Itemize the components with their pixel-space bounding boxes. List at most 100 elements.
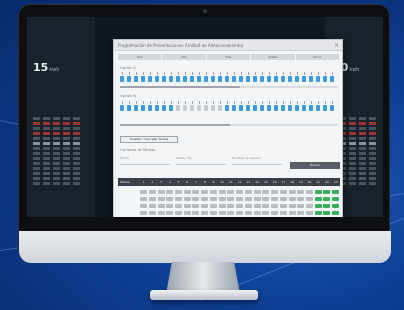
table-cell[interactable] [235, 189, 244, 194]
table-cell[interactable] [314, 189, 323, 194]
toggle-switch[interactable] [204, 101, 208, 111]
table-cell[interactable] [157, 203, 166, 208]
toggle-switch[interactable] [225, 101, 229, 111]
table-cell[interactable] [235, 203, 244, 208]
table-cell[interactable] [174, 189, 183, 194]
table-cell[interactable] [174, 203, 183, 208]
table-cell[interactable] [244, 210, 253, 215]
table-cell[interactable] [227, 210, 236, 215]
toggle-switch[interactable] [309, 72, 313, 82]
close-icon[interactable]: × [334, 40, 339, 51]
table-cell[interactable] [218, 196, 227, 201]
table-cell[interactable] [296, 189, 305, 194]
table-cell[interactable] [192, 196, 201, 201]
table-cell[interactable] [192, 210, 201, 215]
table-cell[interactable] [157, 210, 166, 215]
table-cell[interactable] [209, 203, 218, 208]
toggle-switch[interactable] [295, 101, 299, 111]
table-cell[interactable] [139, 189, 148, 194]
table-cell[interactable] [270, 189, 279, 194]
toggle-switch[interactable] [281, 72, 285, 82]
table-cell[interactable] [279, 210, 288, 215]
toggle-switch[interactable] [218, 72, 222, 82]
table-cell[interactable] [296, 210, 305, 215]
toggle-switch[interactable] [232, 72, 236, 82]
action-button[interactable]: Aceptar / Cancelar fechas [120, 136, 178, 143]
table-cell[interactable] [279, 189, 288, 194]
toggle-switch[interactable] [190, 72, 194, 82]
table-cell[interactable] [148, 189, 157, 194]
table-cell[interactable] [157, 196, 166, 201]
table-cell[interactable] [192, 203, 201, 208]
table-cell[interactable] [331, 189, 340, 194]
toggle-switch[interactable] [120, 101, 124, 111]
field-to-input[interactable] [176, 164, 226, 165]
toggle-switch[interactable] [197, 101, 201, 111]
table-cell[interactable] [174, 196, 183, 201]
table-cell[interactable] [165, 203, 174, 208]
toggle-switch[interactable] [211, 101, 215, 111]
table-cell[interactable] [139, 196, 148, 201]
table-cell[interactable] [261, 196, 270, 201]
toggle-switch[interactable] [330, 101, 334, 111]
table-cell[interactable] [192, 189, 201, 194]
table-cell[interactable] [209, 196, 218, 201]
table-cell[interactable] [148, 196, 157, 201]
toggle-switch[interactable] [239, 72, 243, 82]
toggle-switch[interactable] [274, 72, 278, 82]
tab-4[interactable]: Cuatro [251, 54, 296, 60]
toggle-switch[interactable] [169, 101, 173, 111]
table-cell[interactable] [305, 210, 314, 215]
toggle-switch[interactable] [183, 72, 187, 82]
toggle-switch[interactable] [134, 72, 138, 82]
toggle-switch[interactable] [316, 72, 320, 82]
table-cell[interactable] [218, 210, 227, 215]
toggle-switch[interactable] [204, 72, 208, 82]
toggle-switch[interactable] [302, 72, 306, 82]
table-cell[interactable] [323, 203, 332, 208]
table-cell[interactable] [296, 203, 305, 208]
table-cell[interactable] [209, 189, 218, 194]
table-cell[interactable] [314, 203, 323, 208]
toggle-switch[interactable] [274, 101, 278, 111]
toggle-switch[interactable] [218, 101, 222, 111]
table-cell[interactable] [200, 196, 209, 201]
toggle-switch[interactable] [162, 101, 166, 111]
toggle-switch[interactable] [169, 72, 173, 82]
table-cell[interactable] [218, 203, 227, 208]
table-cell[interactable] [165, 196, 174, 201]
table-cell[interactable] [174, 210, 183, 215]
table-cell[interactable] [288, 189, 297, 194]
table-cell[interactable] [279, 196, 288, 201]
tab-3[interactable]: Tres [207, 54, 252, 60]
toggle-switch[interactable] [267, 72, 271, 82]
table-cell[interactable] [244, 196, 253, 201]
table-cell[interactable] [200, 203, 209, 208]
table-cell[interactable] [244, 203, 253, 208]
table-cell[interactable] [253, 210, 262, 215]
table-cell[interactable] [261, 210, 270, 215]
table-cell[interactable] [270, 210, 279, 215]
table-cell[interactable] [305, 196, 314, 201]
table-cell[interactable] [183, 196, 192, 201]
toggle-switch[interactable] [281, 101, 285, 111]
table-cell[interactable] [323, 189, 332, 194]
toggle-switch[interactable] [246, 101, 250, 111]
table-cell[interactable] [183, 203, 192, 208]
table-cell[interactable] [200, 210, 209, 215]
table-cell[interactable] [227, 196, 236, 201]
table-cell[interactable] [331, 210, 340, 215]
table-cell[interactable] [235, 196, 244, 201]
toggle-switch[interactable] [176, 72, 180, 82]
table-cell[interactable] [323, 210, 332, 215]
toggle-switch[interactable] [127, 72, 131, 82]
table-cell[interactable] [165, 210, 174, 215]
search-button[interactable]: Buscar [290, 162, 340, 169]
toggle-switch[interactable] [239, 101, 243, 111]
table-cell[interactable] [227, 189, 236, 194]
toggle-switch[interactable] [183, 101, 187, 111]
toggle-switch[interactable] [141, 101, 145, 111]
table-cell[interactable] [288, 203, 297, 208]
table-cell[interactable] [157, 189, 166, 194]
toggle-switch[interactable] [246, 72, 250, 82]
